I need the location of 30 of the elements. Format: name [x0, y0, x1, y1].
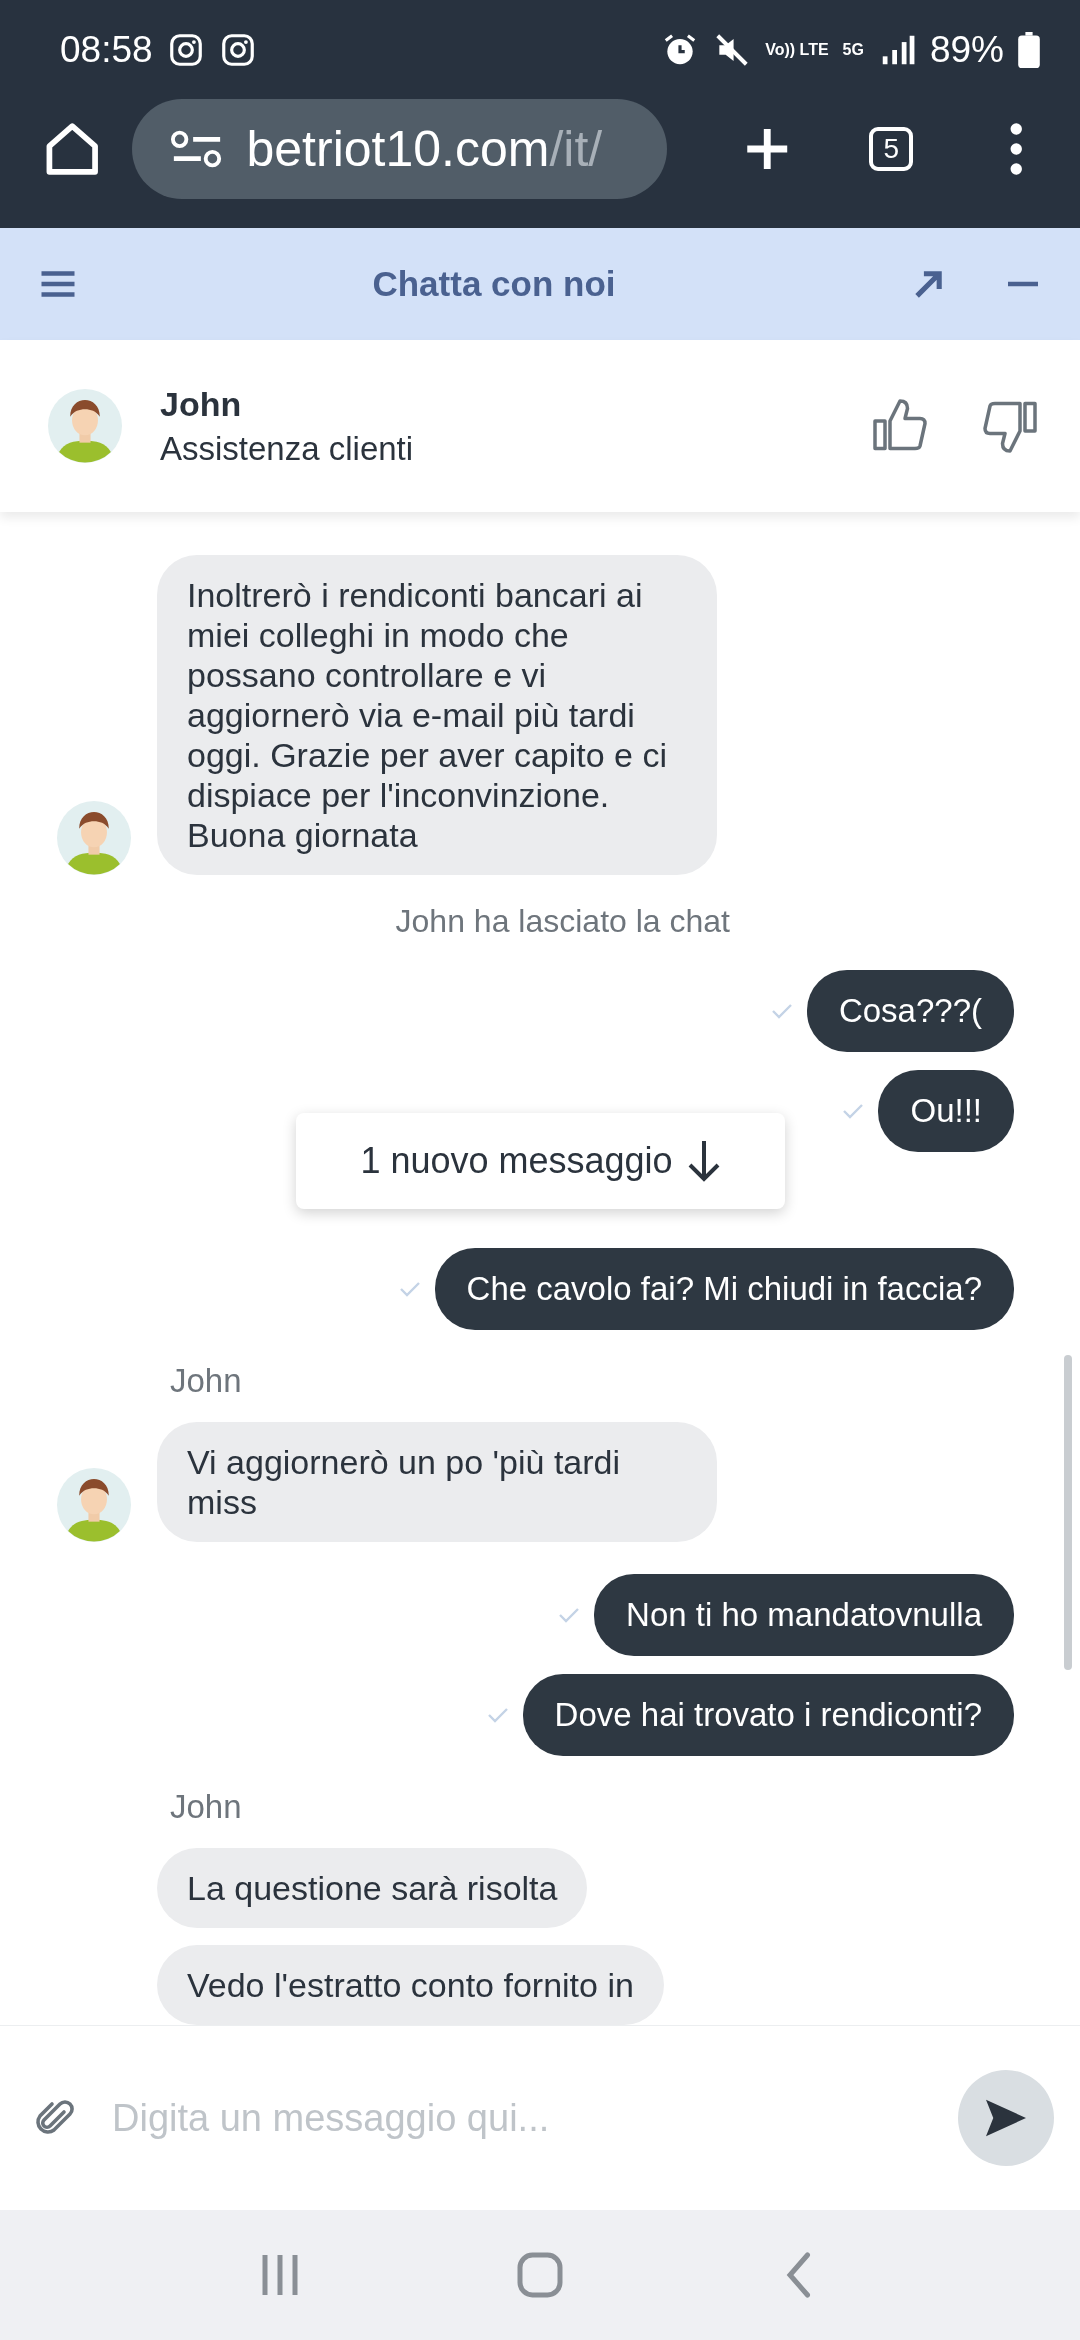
volte-indicator: Vo)) LTE: [765, 42, 829, 58]
network-indicator: 5G: [842, 42, 864, 58]
scrollbar[interactable]: [1064, 1355, 1072, 1670]
agent-message: Inoltrerò i rendiconti bancari ai miei colleghi in modo che possano controllare e vi aggiornerò via e-mail più tardi oggi. Grazie per aver capito e ci dispiace per l'inconvinzione. Buona giornata: [157, 555, 717, 875]
sender-name: John: [170, 1362, 242, 1400]
agent-message: Vi aggiornerò un po 'più tardi miss: [157, 1422, 717, 1542]
user-message: Non ti ho mandatovnulla: [594, 1574, 1014, 1656]
message-input[interactable]: Digita un messaggio qui...: [110, 2095, 958, 2141]
system-notice: John ha lasciato la chat: [395, 903, 730, 940]
tab-count[interactable]: 5: [869, 127, 914, 171]
address-bar[interactable]: betriot10.com/it/: [132, 99, 667, 199]
agent-message: Vedo l'estratto conto fornito in: [157, 1945, 664, 2025]
battery-icon: [1018, 32, 1040, 68]
chat-title: Chatta con noi: [371, 264, 617, 304]
agent-message: La questione sarà risolta: [157, 1848, 588, 1928]
sender-name: John: [170, 1788, 242, 1826]
agent-role: Assistenza clienti: [160, 429, 415, 468]
new-message-button[interactable]: 1 nuovo messaggio: [296, 1113, 785, 1209]
send-icon: [984, 2098, 1028, 2138]
down-arrow-icon: [686, 1139, 721, 1183]
clock-time: 08:58: [60, 29, 153, 71]
user-message: Cosa???(: [806, 970, 1014, 1052]
user-message: Dove hai trovato i rendiconti?: [522, 1674, 1014, 1756]
minimize-icon[interactable]: [1006, 281, 1040, 287]
user-message: Ou!!!: [878, 1070, 1014, 1152]
agent-name: John: [160, 384, 243, 424]
menu-icon[interactable]: [40, 269, 76, 299]
user-message: Che cavolo fai? Mi chiudi in faccia?: [434, 1248, 1014, 1330]
battery-percent: 89%: [929, 29, 1004, 71]
url-text: betriot10.com/it/: [246, 120, 603, 178]
